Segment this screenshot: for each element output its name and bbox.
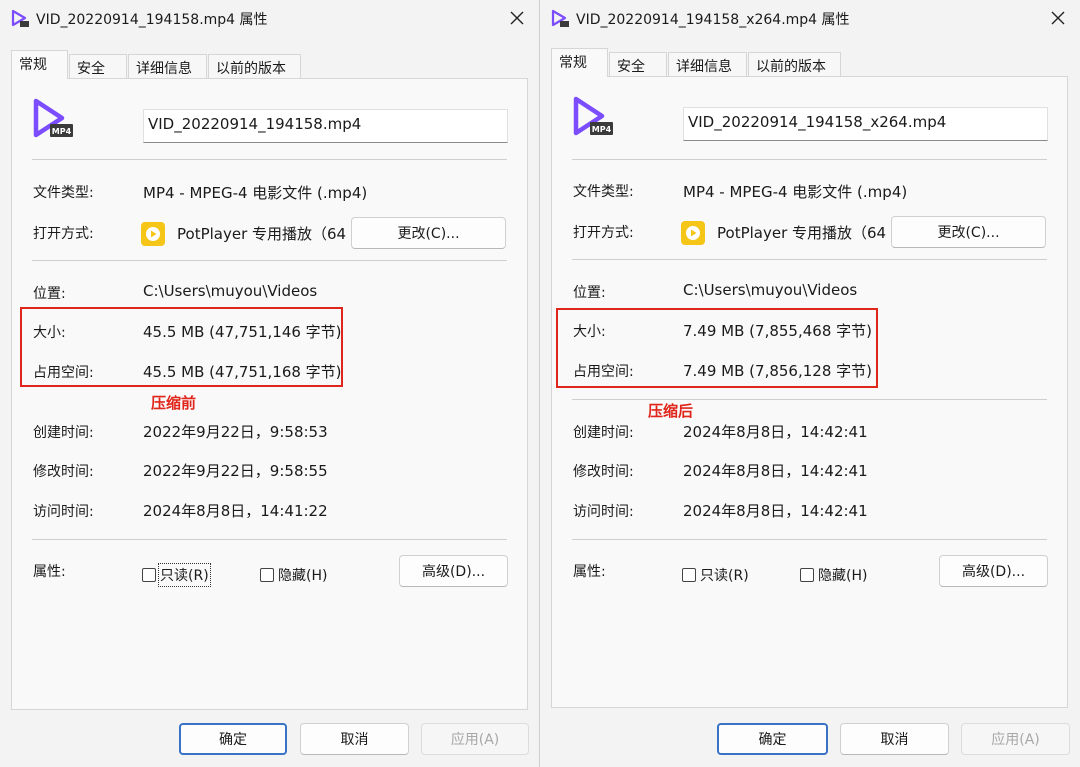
window-title: VID_20220914_194158_x264.mp4 属性 <box>576 12 850 28</box>
accessed-label: 访问时间: <box>573 504 634 520</box>
mp4-file-icon: MP4 <box>33 98 73 138</box>
mp4-file-icon: MP4 <box>573 96 613 136</box>
tab-security[interactable]: 安全 <box>609 52 667 76</box>
apply-button[interactable]: 应用(A) <box>421 723 529 755</box>
divider <box>572 539 1047 540</box>
readonly-checkbox[interactable]: 只读(R) <box>142 563 211 587</box>
title-bar: VID_20220914_194158_x264.mp4 属性 <box>540 0 1080 38</box>
video-file-icon <box>551 9 569 27</box>
tab-general[interactable]: 常规 <box>11 50 68 79</box>
modified-value: 2024年8月8日，14:42:41 <box>683 462 868 480</box>
opens-with-label: 打开方式: <box>33 226 94 242</box>
readonly-label: 只读(R) <box>700 568 749 584</box>
properties-dialog-after: VID_20220914_194158_x264.mp4 属性 常规 安全 详细… <box>540 0 1080 767</box>
title-bar: VID_20220914_194158.mp4 属性 <box>0 0 539 38</box>
window-title: VID_20220914_194158.mp4 属性 <box>36 12 268 28</box>
readonly-checkbox[interactable]: 只读(R) <box>682 565 749 585</box>
readonly-label: 只读(R) <box>158 563 211 587</box>
advanced-button[interactable]: 高级(D)... <box>399 555 508 587</box>
advanced-button[interactable]: 高级(D)... <box>939 555 1048 587</box>
created-label: 创建时间: <box>573 425 634 441</box>
change-button[interactable]: 更改(C)... <box>891 216 1046 248</box>
divider <box>32 260 507 261</box>
hidden-checkbox[interactable]: 隐藏(H) <box>260 565 327 585</box>
tab-general[interactable]: 常规 <box>551 48 608 77</box>
opens-with-value: PotPlayer 专用播放（64 <box>177 225 347 243</box>
divider <box>32 159 507 160</box>
type-value: MP4 - MPEG-4 电影文件 (.mp4) <box>143 184 368 202</box>
filename-field[interactable]: VID_20220914_194158_x264.mp4 <box>683 107 1048 141</box>
annotation-label: 压缩前 <box>151 394 197 412</box>
type-label: 文件类型: <box>33 185 94 201</box>
divider <box>572 259 1047 260</box>
general-panel: MP4 VID_20220914_194158_x264.mp4 文件类型: M… <box>551 76 1068 708</box>
icon-badge: MP4 <box>592 125 612 134</box>
highlight-box <box>556 308 878 388</box>
opens-with-label: 打开方式: <box>573 225 634 241</box>
divider <box>572 159 1047 160</box>
close-button[interactable] <box>1042 4 1074 32</box>
change-button[interactable]: 更改(C)... <box>351 217 506 249</box>
hidden-label: 隐藏(H) <box>818 568 868 584</box>
potplayer-icon <box>681 221 705 245</box>
modified-label: 修改时间: <box>33 464 94 480</box>
divider <box>572 399 1047 400</box>
close-button[interactable] <box>501 4 533 32</box>
opens-with-value: PotPlayer 专用播放（64 <box>717 224 887 242</box>
tab-details[interactable]: 详细信息 <box>668 52 747 76</box>
tab-previous-versions[interactable]: 以前的版本 <box>208 54 301 78</box>
checkbox-box <box>142 568 156 582</box>
potplayer-icon <box>141 222 165 246</box>
modified-value: 2022年9月22日，9:58:55 <box>143 462 328 480</box>
general-panel: MP4 VID_20220914_194158.mp4 文件类型: MP4 - … <box>11 78 528 710</box>
cancel-button[interactable]: 取消 <box>300 723 409 755</box>
hidden-label: 隐藏(H) <box>278 568 328 584</box>
tab-details[interactable]: 详细信息 <box>128 54 207 78</box>
location-label: 位置: <box>33 286 66 302</box>
created-label: 创建时间: <box>33 425 94 441</box>
location-value: C:\Users\muyou\Videos <box>683 281 858 299</box>
created-value: 2022年9月22日，9:58:53 <box>143 423 328 441</box>
accessed-value: 2024年8月8日，14:41:22 <box>143 502 328 520</box>
tab-previous-versions[interactable]: 以前的版本 <box>748 52 841 76</box>
icon-badge: MP4 <box>52 127 72 136</box>
checkbox-box <box>260 568 274 582</box>
close-icon <box>1051 11 1065 25</box>
checkbox-box <box>682 568 696 582</box>
tab-security[interactable]: 安全 <box>69 54 127 78</box>
cancel-button[interactable]: 取消 <box>840 723 949 755</box>
accessed-label: 访问时间: <box>33 504 94 520</box>
apply-button[interactable]: 应用(A) <box>961 723 1070 755</box>
location-value: C:\Users\muyou\Videos <box>143 282 318 300</box>
highlight-box <box>20 307 343 387</box>
hidden-checkbox[interactable]: 隐藏(H) <box>800 565 867 585</box>
divider <box>32 539 507 540</box>
close-icon <box>510 11 524 25</box>
ok-button[interactable]: 确定 <box>179 723 287 755</box>
annotation-label: 压缩后 <box>648 402 694 420</box>
location-label: 位置: <box>573 285 606 301</box>
attributes-label: 属性: <box>33 564 66 580</box>
checkbox-box <box>800 568 814 582</box>
ok-button[interactable]: 确定 <box>717 723 828 755</box>
type-value: MP4 - MPEG-4 电影文件 (.mp4) <box>683 183 908 201</box>
created-value: 2024年8月8日，14:42:41 <box>683 423 868 441</box>
type-label: 文件类型: <box>573 184 634 200</box>
filename-field[interactable]: VID_20220914_194158.mp4 <box>143 109 508 143</box>
properties-dialog-before: VID_20220914_194158.mp4 属性 常规 安全 详细信息 以前… <box>0 0 540 767</box>
attributes-label: 属性: <box>573 564 606 580</box>
accessed-value: 2024年8月8日，14:42:41 <box>683 502 868 520</box>
modified-label: 修改时间: <box>573 464 634 480</box>
video-file-icon <box>11 9 29 27</box>
